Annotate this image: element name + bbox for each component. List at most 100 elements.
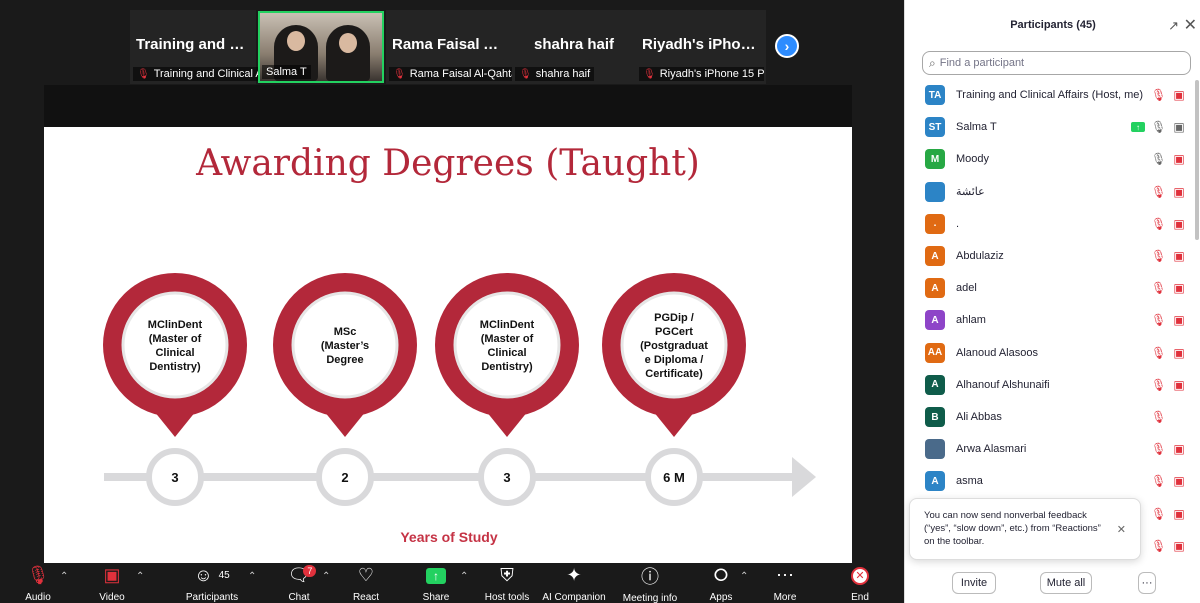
invite-button[interactable]: Invite [952, 572, 996, 594]
participant-row[interactable]: AA Alanoud Alasoos 🎙︎ ▣ [905, 337, 1195, 369]
shared-screen-slide: Awarding Degrees (Taught) MClinDent (Mast… [44, 85, 852, 563]
participant-search[interactable]: ⌕ [922, 51, 1191, 75]
degree-label-line: MClinDent [148, 319, 203, 331]
participants-options-caret-icon[interactable]: ⌃ [248, 571, 256, 582]
participant-row[interactable]: عائشة 🎙︎ ▣ [905, 176, 1195, 208]
mic-muted-icon[interactable]: 🎙︎ [1151, 88, 1166, 102]
mic-muted-icon[interactable]: 🎙︎ [1151, 410, 1166, 424]
video-off-icon[interactable]: ▣ [1171, 346, 1187, 360]
mic-muted-icon[interactable]: 🎙︎ [1151, 281, 1166, 295]
video-off-icon[interactable]: ▣ [1171, 185, 1187, 199]
audio-button[interactable]: 🎙︎ Audio [18, 563, 58, 603]
degree-label-line: Dentistry) [481, 361, 533, 373]
chat-unread-badge: 7 [303, 565, 317, 577]
participants-button[interactable]: ☺ 45 Participants [180, 563, 244, 603]
video-off-icon[interactable]: ▣ [1171, 442, 1187, 456]
participant-row[interactable]: Arwa Alasmari 🎙︎ ▣ [905, 433, 1195, 465]
video-off-icon[interactable]: ▣ [1171, 281, 1187, 295]
reactions-tip-text: You can now send nonverbal feedback (“ye… [924, 510, 1101, 547]
participant-name: adel [956, 282, 977, 295]
mic-muted-icon: 🎙︎ [393, 68, 406, 80]
mic-muted-icon[interactable]: 🎙︎ [1151, 474, 1166, 488]
mic-muted-icon[interactable]: 🎙︎ [1151, 442, 1166, 456]
mic-muted-icon[interactable]: 🎙︎ [1151, 378, 1166, 392]
avatar: A [925, 471, 945, 492]
participant-name: Alanoud Alasoos [956, 346, 1038, 359]
video-tile[interactable]: shahra haif 🎙︎ shahra haif [512, 10, 636, 84]
meeting-info-button[interactable]: ⓘ Meeting info [620, 563, 680, 603]
video-filmstrip: Training and Cli... 🎙︎ Training and Clini… [0, 0, 904, 86]
years-of-study-label: Years of Study [400, 529, 498, 545]
panel-footer: Invite Mute all ··· [904, 566, 1200, 603]
chat-button[interactable]: 🗨︎ 7 Chat [282, 563, 317, 603]
audio-options-caret-icon[interactable]: ⌃ [60, 571, 68, 582]
apps-button[interactable]: ⭘ Apps [706, 563, 736, 603]
video-off-icon[interactable]: ▣ [1171, 313, 1187, 327]
mic-icon[interactable]: 🎙︎ [1151, 120, 1166, 134]
mic-muted-icon[interactable]: 🎙︎ [1151, 217, 1166, 231]
close-icon[interactable]: ✕ [1117, 524, 1126, 537]
video-button[interactable]: ▣ Video [92, 563, 132, 603]
participant-name: asma [956, 475, 983, 488]
mic-muted-icon[interactable]: 🎙︎ [1151, 539, 1166, 553]
participant-row[interactable]: Aasma 🎙︎ ▣ [905, 465, 1195, 497]
close-icon[interactable]: ✕ [1184, 15, 1197, 35]
share-button[interactable]: ↑ Share [418, 563, 454, 603]
participant-list-scrollbar[interactable] [1195, 80, 1199, 240]
video-tile[interactable]: Riyadh's iPhone... 🎙︎ Riyadh's iPhone 15 … [636, 10, 766, 84]
participants-icon: ☺ [194, 565, 213, 585]
more-options-button[interactable]: ··· [1138, 572, 1156, 594]
video-off-icon[interactable]: ▣ [1171, 539, 1187, 553]
mic-muted-icon: 🎙︎ [26, 565, 50, 585]
years-value: 3 [171, 470, 178, 485]
degree-label-line: Clinical [155, 347, 194, 359]
video-off-icon[interactable]: ▣ [1171, 474, 1187, 488]
video-off-icon[interactable]: ▣ [1171, 378, 1187, 392]
participant-row[interactable]: B Ali Abbas 🎙︎ [905, 401, 1195, 433]
video-tile[interactable]: Training and Cli... 🎙︎ Training and Clini… [130, 10, 258, 84]
mute-all-button[interactable]: Mute all [1040, 572, 1092, 594]
ai-companion-button[interactable]: ✦ AI Companion [542, 563, 606, 603]
participant-row[interactable]: Aahlam 🎙︎ ▣ [905, 304, 1195, 336]
popout-icon[interactable]: ↗ [1168, 18, 1179, 34]
video-tile[interactable]: Rama Faisal Al-... 🎙︎ Rama Faisal Al-Qaht… [386, 10, 514, 84]
degree-label-line: Dentistry) [149, 361, 201, 373]
mic-muted-icon[interactable]: 🎙︎ [1151, 507, 1166, 521]
mic-muted-icon[interactable]: 🎙︎ [1151, 346, 1166, 360]
video-off-icon[interactable]: ▣ [1171, 507, 1187, 521]
degree-label-line: (Master of [149, 333, 202, 345]
participant-row[interactable]: A Alhanouf Alshunaifi 🎙︎ ▣ [905, 369, 1195, 401]
degree-label-line: e Diploma / [645, 354, 704, 366]
participant-row[interactable]: ST Salma T ↑ 🎙︎ ▣ [905, 111, 1195, 143]
mic-muted-icon[interactable]: 🎙︎ [1151, 313, 1166, 327]
mic-muted-icon[interactable]: 🎙︎ [1151, 185, 1166, 199]
video-off-icon[interactable]: ▣ [1171, 249, 1187, 263]
active-speaker-tile[interactable]: Salma T [258, 11, 384, 83]
share-options-caret-icon[interactable]: ⌃ [460, 571, 468, 582]
participant-name: ahlam [956, 314, 986, 327]
degree-label-line: Degree [326, 354, 363, 366]
apps-options-caret-icon[interactable]: ⌃ [740, 571, 748, 582]
more-button[interactable]: ⋯ More [770, 563, 800, 603]
info-icon: ⓘ [641, 567, 659, 587]
mic-muted-icon[interactable]: 🎙︎ [1151, 249, 1166, 263]
participant-row[interactable]: A Abdulaziz 🎙︎ ▣ [905, 240, 1195, 272]
video-off-icon[interactable]: ▣ [1171, 217, 1187, 231]
react-button[interactable]: ♡ React [348, 563, 384, 603]
participant-search-input[interactable] [939, 57, 1180, 69]
chat-options-caret-icon[interactable]: ⌃ [322, 571, 330, 582]
participant-name: Moody [956, 153, 990, 166]
video-options-caret-icon[interactable]: ⌃ [136, 571, 144, 582]
video-off-icon[interactable]: ▣ [1171, 152, 1187, 166]
chevron-right-icon[interactable]: › [775, 34, 799, 58]
video-icon[interactable]: ▣ [1171, 120, 1187, 134]
tile-name: Training and Cli... [136, 36, 256, 53]
participant-row[interactable]: .. 🎙︎ ▣ [905, 208, 1195, 240]
participant-row[interactable]: Aadel 🎙︎ ▣ [905, 272, 1195, 304]
video-off-icon[interactable]: ▣ [1171, 88, 1187, 102]
participant-row[interactable]: M Moody 🎙︎ ▣ [905, 143, 1195, 175]
participant-row[interactable]: TA Training and Clinical Affairs (Host, m… [905, 79, 1195, 111]
mic-icon[interactable]: 🎙︎ [1151, 152, 1166, 166]
end-meeting-button[interactable]: ✕ End [846, 563, 874, 603]
host-tools-button[interactable]: ⛨ Host tools [484, 563, 530, 603]
